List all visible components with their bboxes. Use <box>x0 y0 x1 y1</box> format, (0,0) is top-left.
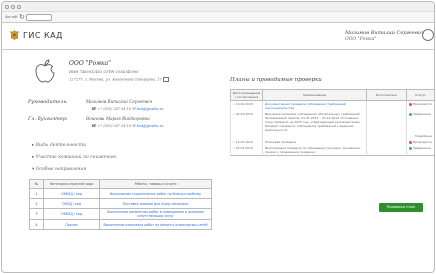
person-email-link[interactable]: test@yandex.ru <box>137 107 164 111</box>
inspection-executor <box>366 145 407 156</box>
date-text: 02.03.2015 <box>235 112 253 116</box>
column-header: Статус <box>406 89 434 101</box>
vcard-icon[interactable] <box>162 77 169 82</box>
code-link[interactable]: ОКВЭД / код <box>43 208 100 220</box>
inspections-table: Дата проведения / согласования Наименова… <box>230 89 434 156</box>
section-special[interactable]: ▾ Особые направления <box>32 167 86 172</box>
column-header: Наименование <box>262 89 367 101</box>
table-row[interactable]: • 25.03.2015 Внеплановая проверка по обр… <box>230 145 434 156</box>
row-number: 3 <box>29 208 44 220</box>
avatar[interactable] <box>422 29 434 41</box>
inspection-description: Внеплановая проверка по обращению гражда… <box>262 145 367 156</box>
status-badge: Завершена <box>406 145 434 156</box>
role-label: Руководитель: <box>28 99 68 105</box>
row-number: 4 <box>29 219 44 230</box>
browser-toolbar: ⇦ ⇨ ↻ <box>2 12 434 23</box>
section-label: Особые направления <box>35 167 87 172</box>
inspection-executor <box>366 111 407 133</box>
site-logo-text[interactable]: ГИС КАД <box>23 31 63 40</box>
section-label: Участие компаний по снижению <box>35 155 117 160</box>
address-bar[interactable] <box>26 14 52 21</box>
description-link[interactable]: Поставка товаров для нужд заказчика <box>99 198 212 209</box>
inspection-name-link[interactable]: Документарная проверка соблюдения требов… <box>262 100 367 111</box>
org-address: 127277, г. Москва, ул. Академика Скворцо… <box>69 77 162 82</box>
minimize-window-icon[interactable] <box>11 5 15 9</box>
refresh-icon[interactable]: ↻ <box>19 13 25 21</box>
person-email-link[interactable]: test@yandex.ru <box>137 124 164 128</box>
table-row[interactable]: • 12.02.2015 Документарная проверка собл… <box>230 100 434 111</box>
description-link[interactable]: Выполнение комплекса работ по ремонту ин… <box>99 219 212 230</box>
table-row: 1 ОКВЭД / код Выполнение строительных ра… <box>29 188 212 199</box>
title-bar <box>2 2 434 12</box>
browser-window: ⇦ ⇨ ↻ ГИС КАД Мазимов Виталий Сергеевич … <box>1 1 435 273</box>
org-name: ООО "Ромка" <box>69 60 111 67</box>
org-address-line: 127277, г. Москва, ул. Академика Скворцо… <box>69 77 169 82</box>
status-dot-icon <box>409 102 412 106</box>
person-name: Мазимов Виталий Сергеевич <box>86 99 153 104</box>
org-requisites: ИНН 7456912452 ОГРН 1054345000 <box>69 70 139 74</box>
inspections-plan-button[interactable]: Проверки план <box>379 203 423 212</box>
column-header: Работы, товары и услуги <box>99 179 212 189</box>
status-badge: Проводится <box>406 100 434 111</box>
table-header-row: № Категория отраслей кода Работы, товары… <box>29 179 212 189</box>
date-text: 12.02.2015 <box>235 102 253 106</box>
inspection-executor <box>366 100 407 111</box>
date-text: 12.02.2015 <box>235 140 253 144</box>
status-dot-icon <box>409 146 412 150</box>
table-row[interactable]: • 02.03.2015 Выездная проверка соблюдени… <box>230 111 434 133</box>
company-logo-icon <box>35 59 55 83</box>
person-phone: +7 (495) 547-34-16 <box>97 124 131 128</box>
user-name[interactable]: Мазимов Виталий Сергеевич <box>345 30 424 36</box>
inspections-title: Планы и проводимые проверки <box>230 77 322 83</box>
column-header: № <box>29 179 44 189</box>
status-text: Проводится <box>413 140 432 144</box>
row-number: 1 <box>29 188 44 199</box>
code-link[interactable]: ОКВЭД / код <box>43 188 100 199</box>
person-contact: ☎ +7 (495) 547-34-16 ✉ test@yandex.ru <box>91 123 164 128</box>
row-number: 2 <box>29 198 44 209</box>
inspection-date: • 02.03.2015 <box>230 111 263 133</box>
user-org: ООО "Ромка" <box>345 37 377 42</box>
inspection-description: Выездная проверка соблюдения обязательны… <box>262 111 367 133</box>
description-link[interactable]: Выполнение ремонтных работ в помещениях … <box>99 208 212 220</box>
site-header: ГИС КАД Мазимов Виталий Сергеевич ООО "Р… <box>2 24 434 50</box>
inspection-date: • 12.02.2015 <box>230 100 263 111</box>
status-dot-icon <box>409 112 412 116</box>
back-icon[interactable]: ⇦ <box>5 13 11 21</box>
description-link[interactable]: Выполнение строительных работ по благоус… <box>99 188 212 199</box>
activities-table: № Категория отраслей кода Работы, товары… <box>29 179 212 230</box>
inspection-date: • 25.03.2015 <box>230 145 263 156</box>
table-header-row: Дата проведения / согласования Наименова… <box>230 89 434 101</box>
person-contact: ☎ +7 (495) 547-34-16 ✉ test@yandex.ru <box>91 106 164 111</box>
forward-icon[interactable]: ⇨ <box>12 13 18 21</box>
status-badge: Завершена <box>406 111 434 133</box>
column-header: Дата проведения / согласования <box>230 89 263 101</box>
person-name: Воинова Мария Викторовна <box>86 116 150 121</box>
person-phone: +7 (495) 547-34-16 <box>97 107 131 111</box>
emblem-icon <box>10 30 19 40</box>
status-text: Проводится <box>413 102 432 106</box>
status-text: Завершена <box>413 112 431 116</box>
section-participation[interactable]: ▸ Участие компаний по снижению <box>32 155 116 160</box>
section-label: Виды деятельности <box>35 143 86 148</box>
table-row: 3 ОКВЭД / код Выполнение ремонтных работ… <box>29 208 212 220</box>
maximize-window-icon[interactable] <box>17 5 21 9</box>
column-header: Категория отраслей кода <box>43 179 100 189</box>
table-row: 4 Прочее Выполнение комплекса работ по р… <box>29 219 212 230</box>
column-header: Исполнитель <box>366 89 407 101</box>
table-row: 2 ОКПД / код Поставка товаров для нужд з… <box>29 198 212 209</box>
section-activities[interactable]: ▸ Виды деятельности <box>32 143 86 148</box>
date-text: 25.03.2015 <box>235 146 253 150</box>
status-text: Завершена <box>413 146 431 150</box>
role-label: Гл. бухгалтер: <box>28 116 68 122</box>
status-dot-icon <box>409 140 412 144</box>
close-window-icon[interactable] <box>5 5 9 9</box>
code-link[interactable]: Прочее <box>43 219 100 230</box>
code-link[interactable]: ОКПД / код <box>43 198 100 209</box>
